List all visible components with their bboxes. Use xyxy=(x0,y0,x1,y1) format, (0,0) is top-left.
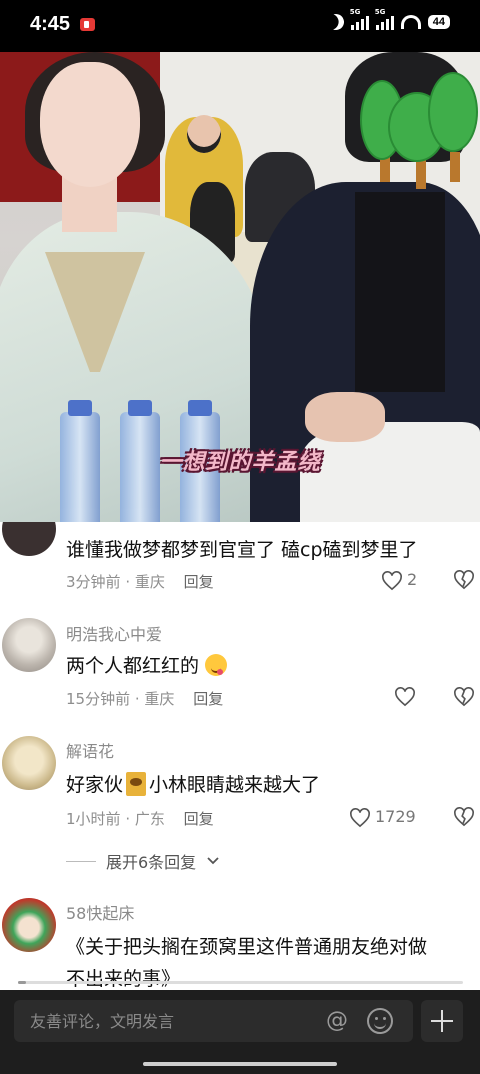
collapse-arrows-icon xyxy=(431,1010,453,1032)
status-icons: 5G 5G 44 xyxy=(325,8,450,33)
comment-item: 谁懂我做梦都梦到官宣了 磕cp磕到梦里了 3分钟前 · 重庆 回复 2 xyxy=(0,522,480,602)
comment-text-line-1: 《关于把头搁在颈窝里这件普通朋友绝对做 xyxy=(66,936,428,958)
comment-text: 好家伙 小林眼睛越来越大了 xyxy=(66,770,320,797)
scroll-indicator xyxy=(18,981,463,984)
wifi-icon xyxy=(400,15,421,29)
heart-icon xyxy=(394,687,415,707)
like-count: 2 xyxy=(407,570,418,589)
heart-icon xyxy=(381,570,402,590)
comment-location: 广东 xyxy=(134,810,165,828)
like-button[interactable]: 1729 xyxy=(349,807,416,827)
comment-item: 解语花 好家伙 小林眼睛越来越大了 1小时前 · 广东 回复 1729 展开6条回… xyxy=(0,734,480,884)
pikachu-sticker-icon xyxy=(126,772,147,796)
home-indicator[interactable] xyxy=(143,1062,337,1066)
comment-time: 3分钟前 xyxy=(66,573,121,591)
do-not-disturb-icon xyxy=(325,12,346,33)
screen-record-icon xyxy=(80,18,95,31)
comment-username[interactable]: 明浩我心中爱 xyxy=(66,621,162,645)
status-bar: 4:45 5G 5G 44 xyxy=(0,0,480,52)
comment-text-before: 好家伙 xyxy=(66,774,124,796)
man-shirt xyxy=(355,192,445,392)
comment-input-bar: @ xyxy=(0,981,480,1074)
reply-button[interactable]: 回复 xyxy=(184,810,214,828)
comment-input-container[interactable]: @ xyxy=(14,1000,413,1042)
emoji-icon[interactable] xyxy=(367,1008,393,1034)
like-count: 1729 xyxy=(375,807,416,826)
comment-text: 谁懂我做梦都梦到官宣了 磕cp磕到梦里了 xyxy=(66,539,418,561)
man-hand xyxy=(305,392,385,442)
divider-line xyxy=(66,860,96,862)
heart-icon xyxy=(349,807,370,827)
tree-sticker-icon xyxy=(358,72,480,189)
comment-location: 重庆 xyxy=(144,690,175,708)
comment-location: 重庆 xyxy=(134,573,165,591)
broken-heart-icon xyxy=(454,687,474,707)
clock-time: 4:45 xyxy=(30,13,71,35)
comment-text: 两个人都红红的 xyxy=(66,651,228,678)
comments-panel[interactable]: 谁懂我做梦都梦到官宣了 磕cp磕到梦里了 3分钟前 · 重庆 回复 2 明浩我心… xyxy=(0,522,480,990)
comment-text-after: 小林眼睛越来越大了 xyxy=(149,774,321,796)
dislike-button[interactable] xyxy=(453,807,475,829)
woman-face xyxy=(40,62,140,187)
signal-1-icon: 5G xyxy=(350,8,369,30)
comment-text-body: 两个人都红红的 xyxy=(66,655,200,677)
comment-username[interactable]: 58快起床 xyxy=(66,900,134,924)
broken-heart-icon xyxy=(454,807,474,827)
chevron-down-icon xyxy=(207,857,219,865)
expand-replies-label: 展开6条回复 xyxy=(106,853,197,872)
yum-face-emoji-icon xyxy=(205,654,228,676)
avatar[interactable] xyxy=(2,618,56,672)
avatar[interactable] xyxy=(2,736,56,790)
signal-1-label: 5G xyxy=(349,8,361,16)
signal-2-label: 5G xyxy=(374,8,386,16)
avatar[interactable] xyxy=(2,522,56,556)
comment-username[interactable]: 解语花 xyxy=(66,738,114,762)
avatar[interactable] xyxy=(2,898,56,952)
subtitle-text: 一想到的羊孟绕 xyxy=(159,450,321,475)
comment-time: 1小时前 xyxy=(66,810,121,828)
comment-time: 15分钟前 xyxy=(66,690,131,708)
signal-2-icon: 5G xyxy=(375,8,394,30)
collapse-button[interactable] xyxy=(421,1000,463,1042)
broken-heart-icon xyxy=(454,570,474,590)
reply-button[interactable]: 回复 xyxy=(184,573,214,591)
like-button[interactable]: 2 xyxy=(381,570,418,590)
comment-item: 58快起床 《关于把头搁在颈窝里这件普通朋友绝对做 不出来的事》 xyxy=(0,896,480,990)
video-player[interactable]: 一想到的羊孟绕 xyxy=(0,52,480,522)
dislike-button[interactable] xyxy=(453,570,475,592)
comment-input[interactable] xyxy=(30,1000,320,1042)
comment-meta: 3分钟前 · 重庆 回复 xyxy=(66,573,214,591)
dislike-button[interactable] xyxy=(453,687,475,709)
reply-button[interactable]: 回复 xyxy=(193,690,223,708)
comment-text-line-2: 不出来的事》 xyxy=(66,968,181,990)
comment-meta: 15分钟前 · 重庆 回复 xyxy=(66,690,224,708)
video-subtitle: 一想到的羊孟绕 xyxy=(0,444,480,476)
comment-item: 明浩我心中爱 两个人都红红的 15分钟前 · 重庆 回复 xyxy=(0,616,480,726)
comment-meta: 1小时前 · 广东 回复 xyxy=(66,810,214,828)
expand-replies-button[interactable]: 展开6条回复 xyxy=(66,849,220,873)
at-mention-icon[interactable]: @ xyxy=(325,1009,349,1033)
battery-level: 44 xyxy=(427,15,450,29)
like-button[interactable] xyxy=(394,687,415,707)
